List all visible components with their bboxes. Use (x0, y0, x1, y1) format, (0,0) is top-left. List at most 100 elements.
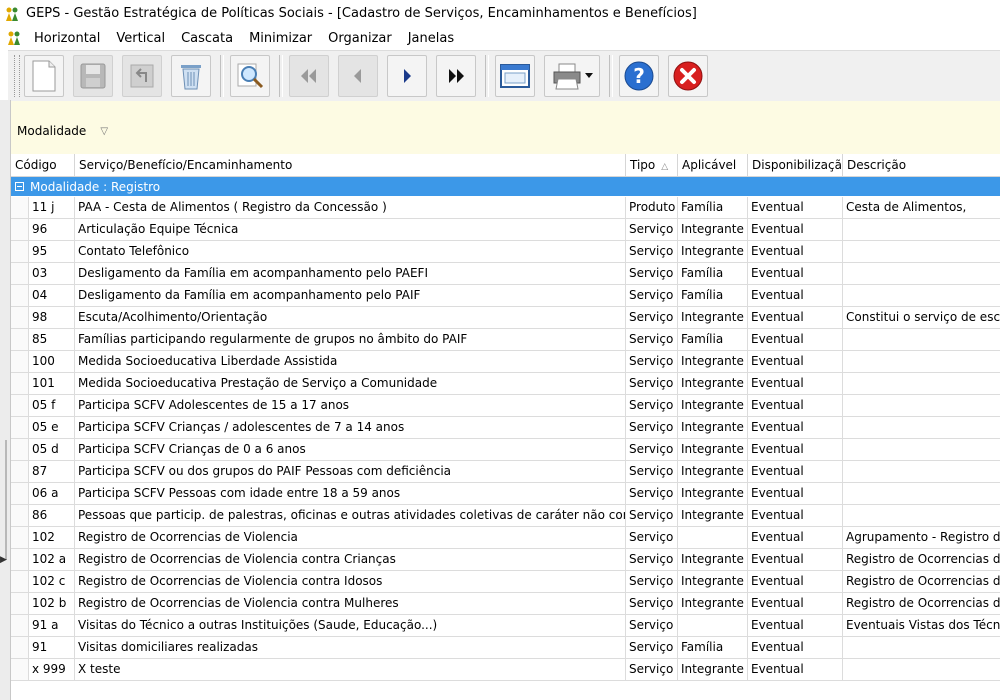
cell-codigo[interactable]: 98 (29, 307, 75, 328)
table-row[interactable]: 05 f Participa SCFV Adolescentes de 15 a … (11, 395, 1000, 417)
table-row[interactable]: 05 e Participa SCFV Crianças / adolescent… (11, 417, 1000, 439)
cell-tipo[interactable]: Serviço (626, 417, 678, 438)
cell-tipo[interactable]: Serviço (626, 285, 678, 306)
cell-codigo[interactable]: 85 (29, 329, 75, 350)
table-row[interactable]: 102 b Registro de Ocorrencias de Violenci… (11, 593, 1000, 615)
close-button[interactable] (668, 55, 708, 97)
cell-tipo[interactable]: Serviço (626, 637, 678, 658)
cell-codigo[interactable]: x 999 (29, 659, 75, 680)
cell-tipo[interactable]: Serviço (626, 395, 678, 416)
table-row[interactable]: 101 Medida Socioeducativa Prestação de Se… (11, 373, 1000, 395)
cell-aplicavel[interactable]: Integrante (678, 241, 748, 262)
cell-tipo[interactable]: Serviço (626, 263, 678, 284)
menu-minimizar[interactable]: Minimizar (241, 31, 320, 46)
cell-descricao[interactable] (843, 439, 1000, 460)
column-header-descricao[interactable]: Descrição (843, 154, 1000, 176)
table-row[interactable]: 11 j PAA - Cesta de Alimentos ( Registro … (11, 197, 1000, 219)
cell-aplicavel[interactable]: Integrante (678, 395, 748, 416)
cell-disponibilizacao[interactable]: Eventual (748, 373, 843, 394)
cell-descricao[interactable] (843, 637, 1000, 658)
cell-servico[interactable]: Registro de Ocorrencias de Violencia con… (75, 593, 626, 614)
cell-aplicavel[interactable]: Integrante (678, 483, 748, 504)
cell-codigo[interactable]: 102 c (29, 571, 75, 592)
cell-disponibilizacao[interactable]: Eventual (748, 197, 843, 218)
cell-disponibilizacao[interactable]: Eventual (748, 417, 843, 438)
cell-aplicavel[interactable]: Família (678, 285, 748, 306)
cell-aplicavel[interactable]: Integrante (678, 505, 748, 526)
cell-disponibilizacao[interactable]: Eventual (748, 637, 843, 658)
cell-disponibilizacao[interactable]: Eventual (748, 241, 843, 262)
cell-disponibilizacao[interactable]: Eventual (748, 549, 843, 570)
save-button[interactable] (73, 55, 113, 97)
cell-tipo[interactable]: Serviço (626, 659, 678, 680)
menu-vertical[interactable]: Vertical (108, 31, 173, 46)
table-row[interactable]: 102 c Registro de Ocorrencias de Violenci… (11, 571, 1000, 593)
cell-tipo[interactable]: Serviço (626, 527, 678, 548)
toolbar-grip[interactable] (14, 55, 20, 97)
table-row[interactable]: 102 Registro de Ocorrencias de Violencia S… (11, 527, 1000, 549)
cell-descricao[interactable]: Cesta de Alimentos, (843, 197, 1000, 218)
table-row[interactable]: 100 Medida Socioeducativa Liberdade Assis… (11, 351, 1000, 373)
table-row[interactable]: 91 Visitas domiciliares realizadas Serviço… (11, 637, 1000, 659)
table-row[interactable]: 06 a Participa SCFV Pessoas com idade ent… (11, 483, 1000, 505)
mdi-child-icon[interactable] (6, 30, 22, 46)
menu-cascata[interactable]: Cascata (173, 31, 241, 46)
cell-descricao[interactable] (843, 329, 1000, 350)
cell-aplicavel[interactable]: Família (678, 263, 748, 284)
cell-descricao[interactable] (843, 483, 1000, 504)
cell-servico[interactable]: Participa SCFV Adolescentes de 15 a 17 a… (75, 395, 626, 416)
cell-servico[interactable]: Famílias participando regularmente de gr… (75, 329, 626, 350)
cell-codigo[interactable]: 91 (29, 637, 75, 658)
cell-aplicavel[interactable]: Integrante (678, 351, 748, 372)
cell-aplicavel[interactable]: Família (678, 329, 748, 350)
cell-servico[interactable]: Participa SCFV Crianças / adolescentes d… (75, 417, 626, 438)
cell-servico[interactable]: PAA - Cesta de Alimentos ( Registro da C… (75, 197, 626, 218)
cell-servico[interactable]: Participa SCFV Pessoas com idade entre 1… (75, 483, 626, 504)
cell-disponibilizacao[interactable]: Eventual (748, 615, 843, 636)
menu-janelas[interactable]: Janelas (400, 31, 462, 46)
table-row[interactable]: 98 Escuta/Acolhimento/Orientação Serviço In… (11, 307, 1000, 329)
cell-aplicavel[interactable]: Família (678, 197, 748, 218)
window-button[interactable] (495, 55, 535, 97)
cell-descricao[interactable]: Registro de Ocorrencias de (843, 571, 1000, 592)
cell-codigo[interactable]: 04 (29, 285, 75, 306)
table-row[interactable]: 95 Contato Telefônico Serviço Integrante Eve… (11, 241, 1000, 263)
cell-servico[interactable]: Medida Socioeducativa Liberdade Assistid… (75, 351, 626, 372)
group-chip-modalidade[interactable]: Modalidade ▽ (17, 121, 108, 141)
cell-disponibilizacao[interactable]: Eventual (748, 395, 843, 416)
cell-servico[interactable]: Visitas do Técnico a outras Instituições… (75, 615, 626, 636)
cell-disponibilizacao[interactable]: Eventual (748, 285, 843, 306)
table-row[interactable]: 05 d Participa SCFV Crianças de 0 a 6 ano… (11, 439, 1000, 461)
table-row[interactable]: 102 a Registro de Ocorrencias de Violenci… (11, 549, 1000, 571)
cell-servico[interactable]: Medida Socioeducativa Prestação de Servi… (75, 373, 626, 394)
cell-tipo[interactable]: Serviço (626, 549, 678, 570)
cell-codigo[interactable]: 102 b (29, 593, 75, 614)
cell-tipo[interactable]: Serviço (626, 329, 678, 350)
cell-servico[interactable]: Contato Telefônico (75, 241, 626, 262)
delete-button[interactable] (171, 55, 211, 97)
next-record-button[interactable] (387, 55, 427, 97)
cell-codigo[interactable]: 05 d (29, 439, 75, 460)
table-row[interactable]: 04 Desligamento da Família em acompanhame… (11, 285, 1000, 307)
cell-codigo[interactable]: 05 f (29, 395, 75, 416)
cell-descricao[interactable] (843, 285, 1000, 306)
cell-tipo[interactable]: Produto (626, 197, 678, 218)
cell-aplicavel[interactable]: Integrante (678, 307, 748, 328)
new-button[interactable] (24, 55, 64, 97)
cell-servico[interactable]: Registro de Ocorrencias de Violencia con… (75, 549, 626, 570)
collapse-icon[interactable] (15, 182, 24, 191)
cell-codigo[interactable]: 11 j (29, 197, 75, 218)
table-row[interactable]: x 999 X teste Serviço Integrante Eventual (11, 659, 1000, 681)
cell-descricao[interactable] (843, 395, 1000, 416)
cell-descricao[interactable] (843, 241, 1000, 262)
cell-aplicavel[interactable]: Integrante (678, 593, 748, 614)
cell-tipo[interactable]: Serviço (626, 439, 678, 460)
cell-descricao[interactable]: Eventuais Vistas dos Técnic (843, 615, 1000, 636)
column-header-disponibilizacao[interactable]: Disponibilização (748, 154, 843, 176)
cell-disponibilizacao[interactable]: Eventual (748, 659, 843, 680)
table-row[interactable]: 03 Desligamento da Família em acompanhame… (11, 263, 1000, 285)
cell-codigo[interactable]: 03 (29, 263, 75, 284)
cell-codigo[interactable]: 96 (29, 219, 75, 240)
cell-servico[interactable]: Articulação Equipe Técnica (75, 219, 626, 240)
cell-codigo[interactable]: 05 e (29, 417, 75, 438)
